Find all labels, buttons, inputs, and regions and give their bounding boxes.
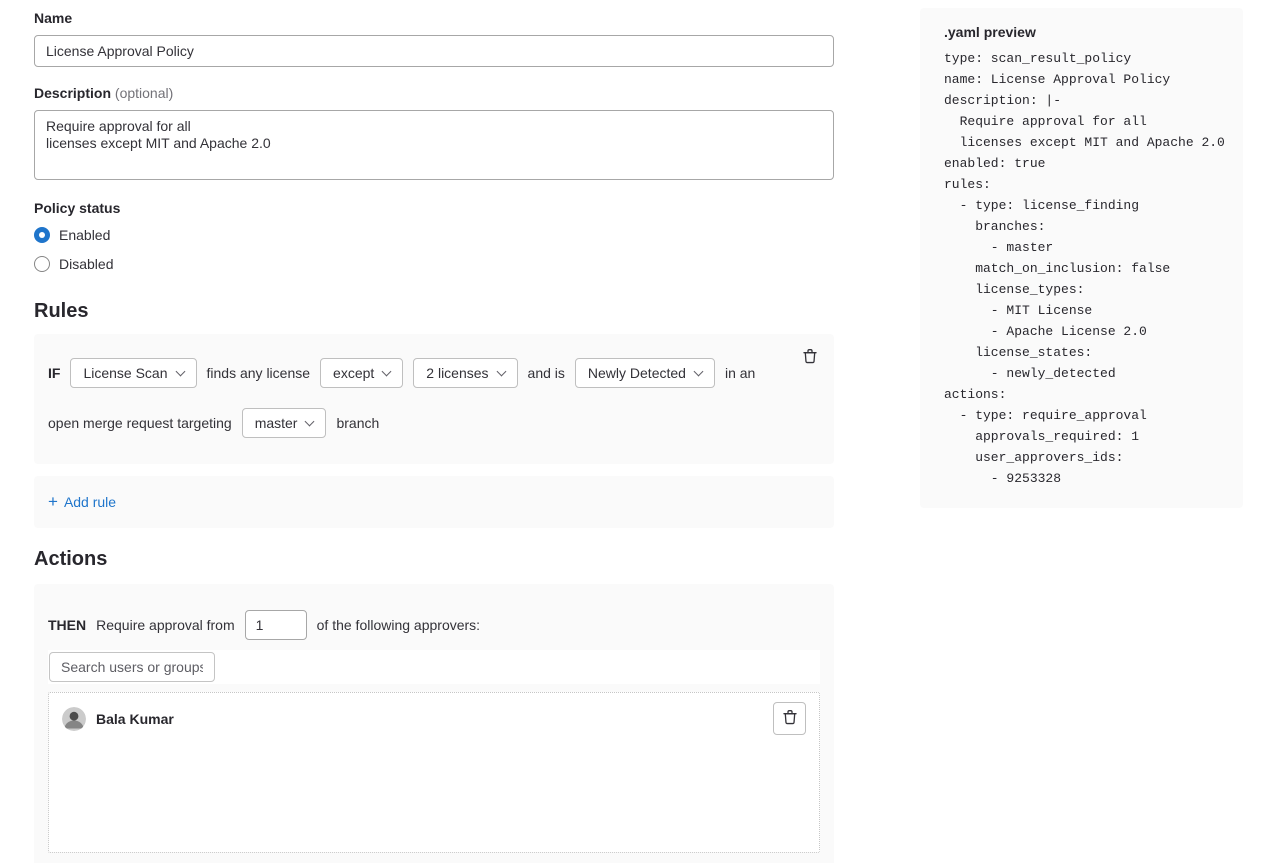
add-rule-card: + Add rule [34,476,834,528]
license-count-value: 2 licenses [426,365,488,381]
approver-search-strip [48,650,820,684]
action-sentence-row: THEN Require approval from of the follow… [48,610,820,640]
approver-list-item: Bala Kumar [62,702,806,735]
description-input[interactable]: Require approval for all licenses except… [34,110,834,180]
actions-heading: Actions [34,548,834,571]
match-type-value: except [333,365,374,381]
radio-enabled-control[interactable] [34,227,50,243]
then-label: THEN [48,617,86,633]
approvers-suffix-text: of the following approvers: [317,617,480,633]
rule-card: IF License Scan finds any license except… [34,334,834,464]
approvals-required-input[interactable] [245,610,307,640]
scan-type-dropdown[interactable]: License Scan [70,358,196,388]
add-rule-button[interactable]: + Add rule [48,494,116,510]
branch-dropdown[interactable]: master [242,408,327,438]
branch-value: master [255,415,298,431]
trash-icon [782,709,798,728]
chevron-down-icon [305,416,315,426]
require-approval-text: Require approval from [96,617,235,633]
description-optional-text: (optional) [115,85,173,101]
rule-sentence-row-2: open merge request targeting master bran… [48,408,820,438]
delete-rule-button[interactable] [800,346,820,366]
avatar [62,707,86,731]
policy-status-label: Policy status [34,200,834,217]
policy-status-option-disabled[interactable]: Disabled [34,254,834,274]
chevron-down-icon [496,366,506,376]
description-label-text: Description [34,85,111,101]
radio-disabled-control[interactable] [34,256,50,272]
add-rule-label: Add rule [64,494,116,510]
radio-disabled-label: Disabled [59,256,113,272]
license-state-value: Newly Detected [588,365,686,381]
chevron-down-icon [694,366,704,376]
policy-status-option-enabled[interactable]: Enabled [34,225,834,245]
policy-editor-page: Name Description (optional) Require appr… [0,0,1265,863]
description-label: Description (optional) [34,85,834,102]
name-input[interactable] [34,35,834,67]
approver-search-input[interactable] [49,652,215,682]
targeting-text: open merge request targeting [48,415,232,431]
branch-suffix-text: branch [336,415,379,431]
in-an-text: in an [725,365,755,381]
yaml-code: type: scan_result_policy name: License A… [944,48,1219,489]
rules-heading: Rules [34,300,834,323]
yaml-preview-panel: .yaml preview type: scan_result_policy n… [920,8,1243,508]
name-label: Name [34,10,834,27]
approver-name: Bala Kumar [96,711,763,727]
approver-list: Bala Kumar [48,692,820,853]
remove-approver-button[interactable] [773,702,806,735]
license-count-dropdown[interactable]: 2 licenses [413,358,517,388]
match-type-dropdown[interactable]: except [320,358,403,388]
rule-sentence-row-1: IF License Scan finds any license except… [48,358,820,388]
chevron-down-icon [382,366,392,376]
trash-icon [802,352,818,367]
yaml-preview-title: .yaml preview [944,24,1219,40]
if-label: IF [48,365,60,381]
action-card: THEN Require approval from of the follow… [34,584,834,863]
scan-type-value: License Scan [83,365,167,381]
plus-icon: + [48,493,58,510]
chevron-down-icon [175,366,185,376]
and-is-text: and is [528,365,565,381]
radio-enabled-label: Enabled [59,227,110,243]
finds-text: finds any license [207,365,311,381]
policy-form: Name Description (optional) Require appr… [34,10,834,863]
license-state-dropdown[interactable]: Newly Detected [575,358,715,388]
